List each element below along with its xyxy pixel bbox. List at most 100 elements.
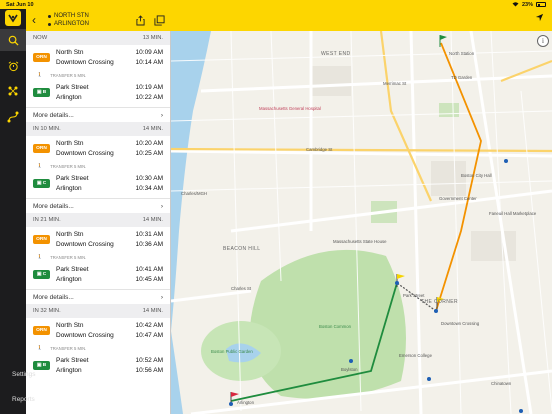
more-details-label: More details... <box>33 293 74 301</box>
chevron-right-icon: › <box>160 202 163 210</box>
network-icon <box>8 86 18 96</box>
origin-dot-icon <box>48 14 51 18</box>
battery-icon <box>536 2 546 7</box>
trip-duration: 14 MIN. <box>142 126 163 132</box>
trip-header: IN 32 MIN. 14 MIN. <box>26 304 170 318</box>
trip-leg: ▣ B Park Street Arlington 10:52 AM 10:56 A… <box>26 355 170 376</box>
app-logo-icon[interactable] <box>5 10 21 26</box>
trip-when: IN 32 MIN. <box>33 308 61 314</box>
leg-arrival: 10:36 AM <box>135 240 163 248</box>
map-label-boylston: Boylston <box>341 367 358 372</box>
more-details-row[interactable]: More details... › <box>26 198 170 213</box>
status-time: Sat Jun 10 <box>6 1 34 8</box>
leg-departure: 10:31 AM <box>135 230 163 238</box>
orange-line-badge: ORN <box>33 235 50 244</box>
leg-departure: 10:20 AM <box>135 139 163 147</box>
trip-header: NOW 13 MIN. <box>26 31 170 45</box>
rail-reports-label[interactable]: Reports <box>12 396 35 403</box>
leg-from: North Stn <box>56 321 84 329</box>
trip-duration: 14 MIN. <box>142 217 163 223</box>
trip-card[interactable]: IN 21 MIN. 14 MIN. ORN North Stn Downtown … <box>26 213 170 304</box>
trip-leg: ▣ C Park Street Arlington 10:41 AM 10:45 A… <box>26 264 170 285</box>
green-line-letter: B <box>42 90 47 95</box>
more-details-label: More details... <box>33 202 74 210</box>
map-label-city-hall: Boston City Hall <box>461 173 492 178</box>
map-label-charles-mgh: Charles/MGH <box>181 191 208 196</box>
location-arrow-icon[interactable] <box>535 13 544 22</box>
rail-search-button[interactable] <box>0 29 26 51</box>
leg-to: Arlington <box>56 366 82 374</box>
leg-arrival: 10:14 AM <box>135 58 163 66</box>
trip-card[interactable]: IN 32 MIN. 14 MIN. ORN North Stn Downtown … <box>26 304 170 376</box>
trip-list: NOW 13 MIN. ORN North Stn Downtown Crossin… <box>26 31 171 414</box>
rail-alarm-button[interactable] <box>0 55 26 77</box>
transfer-label: TRANSFER 5 MIN. <box>50 345 87 351</box>
map-label-beacon-hill: BEACON HILL <box>223 246 261 252</box>
back-chevron-icon[interactable]: ‹ <box>32 13 42 27</box>
map-label-the-corner: THE CORNER <box>421 299 459 305</box>
transfer-row: 🚶 TRANSFER 5 MIN. <box>26 68 170 82</box>
map-label-mgh: Massachusetts General Hospital <box>259 106 321 111</box>
map-label-charles-st: Charles St <box>231 286 252 291</box>
map-label-downtown-crossing: Downtown Crossing <box>441 321 480 326</box>
trip-header: IN 21 MIN. 14 MIN. <box>26 213 170 227</box>
status-bar: Sat Jun 10 23% <box>0 0 552 9</box>
walk-icon: 🚶 <box>37 72 43 77</box>
map-label-td-garden: TD Garden <box>451 75 473 80</box>
trip-when: NOW <box>33 35 48 41</box>
left-rail: Settings Reports <box>0 9 36 414</box>
leg-arrival: 10:22 AM <box>135 93 163 101</box>
copy-icon[interactable] <box>154 14 165 26</box>
leg-to: Arlington <box>56 184 82 192</box>
share-icon[interactable] <box>136 14 145 26</box>
battery-percent: 23% <box>521 1 533 8</box>
leg-from: Park Street <box>56 83 89 91</box>
trip-leg: ▣ B Park Street Arlington 10:19 AM 10:22 A… <box>26 82 170 103</box>
trip-leg: ORN North Stn Downtown Crossing 10:09 AM 1… <box>26 47 170 68</box>
orange-line-badge: ORN <box>33 144 50 153</box>
info-icon[interactable]: i <box>537 35 549 47</box>
orange-line-badge: ORN <box>33 53 50 62</box>
leg-departure: 10:41 AM <box>135 265 163 273</box>
leg-from: North Stn <box>56 230 84 238</box>
trip-when: IN 10 MIN. <box>33 126 61 132</box>
transfer-label: TRANSFER 5 MIN. <box>50 72 87 78</box>
map-label-government-center: Government Center <box>439 196 477 201</box>
map-label-emerson: Emerson College <box>399 353 432 358</box>
leg-from: Park Street <box>56 265 89 273</box>
more-details-row[interactable]: More details... › <box>26 107 170 122</box>
map-view[interactable]: Cambridge St BEACON HILL Boston Common B… <box>171 31 552 414</box>
rail-network-button[interactable] <box>0 80 26 102</box>
walk-icon: 🚶 <box>37 345 43 350</box>
green-line-letter: B <box>42 363 47 368</box>
map-label-arlington: Arlington <box>237 400 254 405</box>
map-top-bar <box>171 9 552 31</box>
map-canvas <box>171 31 552 414</box>
leg-to: Downtown Crossing <box>56 331 114 339</box>
map-label-north-station: North Station <box>449 51 475 56</box>
green-line-badge: ▣ B <box>33 88 50 97</box>
route-header: ‹ NORTH STN ARLINGTON <box>26 9 171 31</box>
chevron-right-icon: › <box>160 111 163 119</box>
leg-from: North Stn <box>56 48 84 56</box>
walk-icon: 🚶 <box>37 254 43 259</box>
map-label-west-end: WEST END <box>321 51 351 57</box>
leg-arrival: 10:56 AM <box>135 366 163 374</box>
leg-arrival: 10:47 AM <box>135 331 163 339</box>
rail-route-button[interactable] <box>0 106 26 128</box>
green-line-badge: ▣ C <box>33 179 50 188</box>
search-icon <box>8 35 19 46</box>
leg-departure: 10:09 AM <box>135 48 163 56</box>
more-details-row[interactable]: More details... › <box>26 289 170 304</box>
map-label-faneuil: Faneuil Hall Marketplace <box>489 211 537 216</box>
route-icon <box>7 111 19 123</box>
leg-from: Park Street <box>56 356 89 364</box>
destination-label: ARLINGTON <box>54 21 89 27</box>
rail-settings-label[interactable]: Settings <box>12 371 36 378</box>
trip-card[interactable]: NOW 13 MIN. ORN North Stn Downtown Crossin… <box>26 31 170 122</box>
destination-dot-icon <box>48 22 51 26</box>
map-label-public-garden: Boston Public Garden <box>211 349 253 354</box>
chevron-right-icon: › <box>160 293 163 301</box>
trip-card[interactable]: IN 10 MIN. 14 MIN. ORN North Stn Downtown … <box>26 122 170 213</box>
origin-label: NORTH STN <box>54 13 89 19</box>
